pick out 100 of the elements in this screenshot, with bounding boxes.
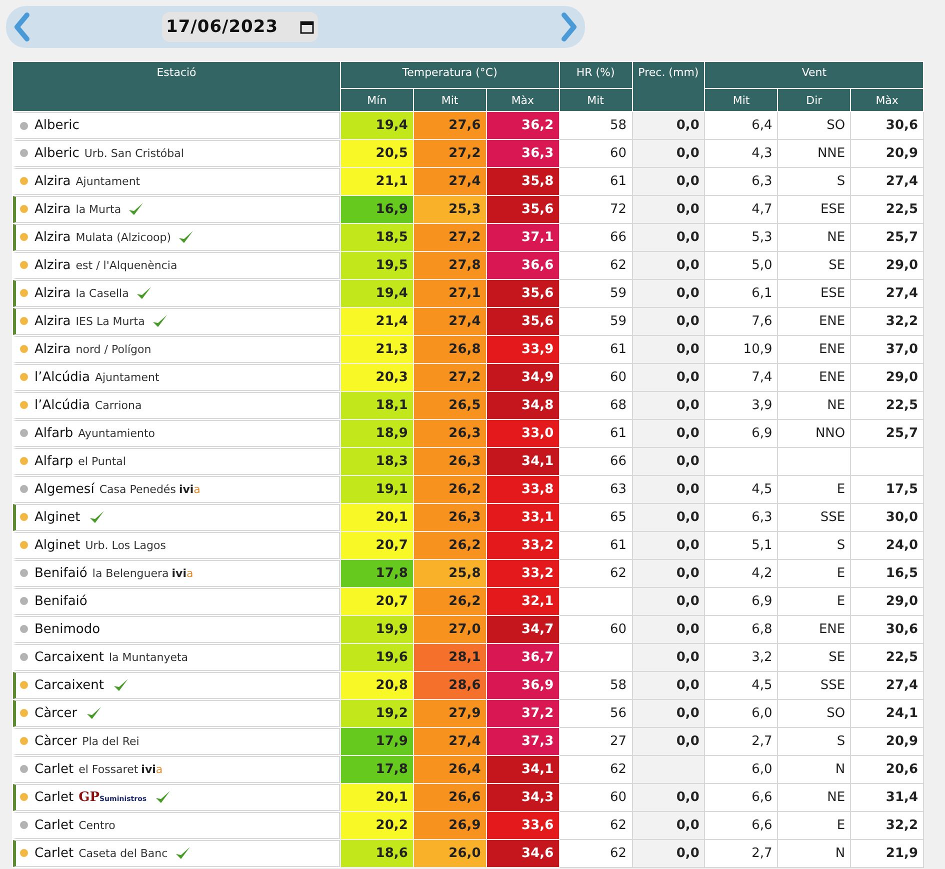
precipitation-cell: 0,0 <box>632 252 705 280</box>
station-place: Casa Penedés <box>99 482 176 496</box>
temperature-cell: 18,5 <box>340 224 414 252</box>
wind-speed-cell: 2,7 <box>704 840 778 868</box>
temperature-cell: 26,2 <box>413 588 486 616</box>
date-field[interactable]: 17/06/2023 <box>162 12 318 42</box>
station-name: Carlet <box>34 818 74 832</box>
wind-gust-cell: 22,5 <box>850 196 924 224</box>
wind-speed-cell: 5,0 <box>704 252 778 280</box>
temperature-cell: 19,6 <box>340 644 414 672</box>
temperature-cell: 32,1 <box>486 588 560 616</box>
wind-gust-cell: 37,0 <box>850 336 924 364</box>
station-name: Carlet <box>34 790 74 804</box>
station-name: Carcaixent <box>34 650 104 664</box>
checkmark-icon <box>136 286 152 300</box>
wind-direction-cell: SO <box>778 112 851 140</box>
wind-speed-cell: 10,9 <box>704 336 778 364</box>
humidity-cell: 68 <box>559 392 632 420</box>
wind-speed-cell: 6,8 <box>704 616 778 644</box>
checkmark-icon <box>112 678 129 692</box>
precipitation-cell: 0,0 <box>632 560 705 588</box>
humidity-cell: 62 <box>559 840 632 868</box>
wind-speed-cell: 4,3 <box>704 140 778 168</box>
temperature-cell: 27,1 <box>413 280 486 308</box>
temperature-cell: 21,3 <box>340 336 414 364</box>
humidity-cell: 59 <box>559 280 632 308</box>
wind-speed-cell: 5,1 <box>704 532 778 560</box>
wind-direction-cell: SE <box>778 644 851 672</box>
wind-speed-cell: 4,5 <box>704 476 778 504</box>
station-place: la Muntanyeta <box>108 650 188 664</box>
temperature-cell: 33,2 <box>486 560 560 588</box>
wind-speed-cell: 2,7 <box>704 728 778 756</box>
wind-speed-cell: 6,0 <box>704 756 778 784</box>
temperature-cell: 26,2 <box>413 476 486 504</box>
temperature-cell: 17,9 <box>340 728 414 756</box>
humidity-cell: 60 <box>559 616 632 644</box>
temperature-cell: 33,1 <box>486 504 560 532</box>
temperature-cell: 20,1 <box>340 784 414 812</box>
column-header: Mín <box>340 88 414 112</box>
temperature-cell: 26,6 <box>413 784 486 812</box>
temperature-cell: 19,4 <box>340 280 414 308</box>
precipitation-cell: 0,0 <box>632 700 705 728</box>
column-header: Estació <box>12 62 340 112</box>
humidity-cell: 59 <box>559 308 632 336</box>
humidity-cell: 61 <box>559 532 632 560</box>
station-name: Alzira <box>34 342 71 356</box>
temperature-cell: 21,4 <box>340 308 414 336</box>
temperature-cell: 36,3 <box>486 140 560 168</box>
station-place: el Fossaret <box>78 762 138 776</box>
temperature-cell: 20,5 <box>340 140 414 168</box>
temperature-cell: 27,4 <box>413 308 486 336</box>
temperature-cell: 37,3 <box>486 728 560 756</box>
precipitation-cell: 0,0 <box>632 588 705 616</box>
station-name: Alzira <box>34 258 71 272</box>
wind-gust-cell: 16,5 <box>850 560 924 588</box>
wind-speed-cell: 4,7 <box>704 196 778 224</box>
temperature-cell: 36,2 <box>486 112 560 140</box>
temperature-cell: 34,8 <box>486 392 560 420</box>
station-place: nord / Polígon <box>76 342 152 356</box>
precipitation-cell: 0,0 <box>632 168 705 196</box>
humidity-cell: 66 <box>559 224 632 252</box>
wind-gust-cell: 17,5 <box>850 476 924 504</box>
wind-speed-cell: 7,4 <box>704 364 778 392</box>
station-name: Alfarp <box>34 454 74 468</box>
wind-gust-cell: 31,4 <box>850 784 924 812</box>
wind-speed-cell: 5,3 <box>704 224 778 252</box>
wind-direction-cell: SSE <box>778 672 851 700</box>
checkmark-icon <box>89 510 106 524</box>
wind-direction-cell: N <box>778 840 851 868</box>
column-header: Mit <box>559 88 632 112</box>
temperature-cell: 28,6 <box>413 672 486 700</box>
temperature-cell: 27,4 <box>413 168 486 196</box>
precipitation-cell: 0,0 <box>632 532 705 560</box>
temperature-cell: 35,6 <box>486 196 560 224</box>
precipitation-cell: 0,0 <box>632 728 705 756</box>
station-name: Càrcer <box>34 734 78 748</box>
humidity-cell: 62 <box>559 812 632 840</box>
wind-direction-cell: ENE <box>778 616 851 644</box>
calendar-icon[interactable] <box>300 20 314 34</box>
checkmark-icon <box>128 202 144 216</box>
station-name: Benimodo <box>34 622 100 636</box>
temperature-cell: 17,8 <box>340 756 414 784</box>
temperature-cell: 26,8 <box>413 336 486 364</box>
temperature-cell: 19,4 <box>340 112 414 140</box>
humidity-cell: 63 <box>559 476 632 504</box>
wind-gust-cell: 29,0 <box>850 252 924 280</box>
station-place: la Murta <box>76 202 122 216</box>
wind-gust-cell: 27,4 <box>850 280 924 308</box>
temperature-cell: 34,3 <box>486 784 560 812</box>
humidity-cell: 58 <box>559 672 632 700</box>
precipitation-cell: 0,0 <box>632 784 705 812</box>
wind-direction-cell: S <box>778 168 851 196</box>
precipitation-cell: 0,0 <box>632 448 705 476</box>
temperature-cell: 33,2 <box>486 532 560 560</box>
temperature-cell: 33,6 <box>486 812 560 840</box>
station-name: Alberic <box>34 118 80 133</box>
temperature-cell: 20,3 <box>340 364 414 392</box>
station-name: Alginet <box>34 538 80 552</box>
wind-gust-cell: 24,0 <box>850 532 924 560</box>
station-name: Alzira <box>34 314 71 328</box>
